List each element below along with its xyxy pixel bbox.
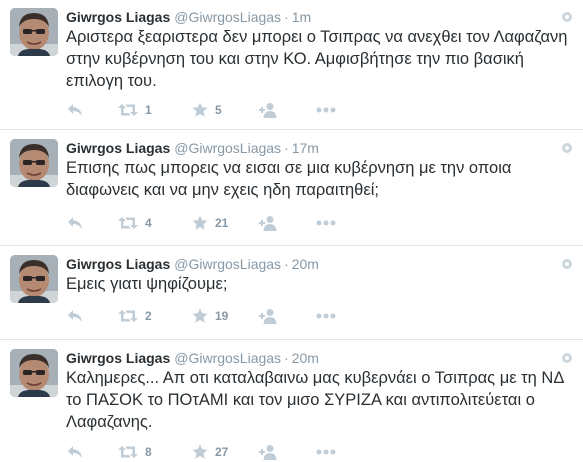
tweet[interactable]: Giwrgos Liagas @GiwrgosLiagas · 1m Αριστερα… [0, 0, 583, 130]
favorite-count: 21 [215, 216, 229, 230]
avatar[interactable] [10, 255, 58, 303]
timestamp-link[interactable]: 17m [292, 140, 319, 156]
gear-icon[interactable] [561, 351, 573, 363]
star-icon [192, 444, 208, 460]
separator: · [284, 9, 289, 25]
gear-icon[interactable] [561, 141, 573, 153]
author-name[interactable]: Giwrgos Liagas [66, 140, 170, 156]
favorite-count: 19 [215, 309, 229, 323]
tweet-text: Εμεις γιατι ψηφίζουμε; [66, 275, 228, 293]
reply-button[interactable] [67, 215, 83, 231]
retweet-count: 4 [145, 216, 152, 230]
author-username[interactable]: @GiwrgosLiagas [174, 140, 281, 156]
retweet-icon [118, 445, 138, 459]
reply-icon [67, 103, 83, 117]
author-name[interactable]: Giwrgos Liagas [66, 350, 170, 366]
author-name[interactable]: Giwrgos Liagas [66, 256, 170, 272]
author-username[interactable]: @GiwrgosLiagas [174, 350, 281, 366]
gear-icon[interactable] [561, 10, 573, 22]
retweet-button[interactable]: 1 [118, 102, 152, 118]
follow-icon [259, 444, 279, 460]
avatar[interactable] [10, 8, 58, 56]
retweet-icon [118, 216, 138, 230]
retweet-button[interactable]: 2 [118, 308, 152, 324]
reply-icon [67, 445, 83, 459]
favorite-button[interactable]: 21 [192, 215, 228, 231]
retweet-button[interactable]: 4 [118, 215, 152, 231]
separator: · [284, 256, 289, 272]
reply-icon [67, 216, 83, 230]
avatar[interactable] [10, 139, 58, 187]
favorite-button[interactable]: 19 [192, 308, 228, 324]
reply-button[interactable] [67, 102, 83, 118]
tweet-header: Giwrgos Liagas @GiwrgosLiagas · 20m [66, 254, 319, 274]
retweet-count: 8 [145, 445, 152, 459]
separator: · [284, 350, 289, 366]
tweet[interactable]: Giwrgos Liagas @GiwrgosLiagas · 20m Καλημερ… [0, 341, 583, 462]
star-icon [192, 215, 208, 231]
retweet-count: 1 [145, 103, 152, 117]
star-icon [192, 102, 208, 118]
follow-icon [259, 102, 279, 118]
more-dots-icon [316, 220, 336, 226]
favorite-button[interactable]: 27 [192, 444, 228, 460]
tweet-actions: 4 21 [66, 215, 366, 231]
more-button[interactable] [316, 308, 336, 324]
timestamp-link[interactable]: 20m [292, 256, 319, 272]
follow-icon [259, 308, 279, 324]
author-username[interactable]: @GiwrgosLiagas [174, 256, 281, 272]
favorite-button[interactable]: 5 [192, 102, 222, 118]
tweet-header: Giwrgos Liagas @GiwrgosLiagas · 17m [66, 138, 319, 158]
tweet[interactable]: Giwrgos Liagas @GiwrgosLiagas · 20m Εμεις γ… [0, 247, 583, 340]
retweet-icon [118, 103, 138, 117]
timestamp-link[interactable]: 1m [292, 9, 311, 25]
reply-icon [67, 309, 83, 323]
follow-icon [259, 215, 279, 231]
gear-icon[interactable] [561, 257, 573, 269]
follow-button[interactable] [259, 308, 279, 324]
tweet-text: Επισης πως μπορεις να εισαι σε μια κυβέρ… [66, 159, 512, 199]
tweet[interactable]: Giwrgos Liagas @GiwrgosLiagas · 17m Επισης … [0, 131, 583, 246]
tweet-text: Αριστερα ξεαριστερα δεν μπορει ο Τσιπρας… [66, 28, 568, 90]
tweet-header: Giwrgos Liagas @GiwrgosLiagas · 20m [66, 348, 319, 368]
more-button[interactable] [316, 215, 336, 231]
follow-button[interactable] [259, 444, 279, 460]
follow-button[interactable] [259, 215, 279, 231]
retweet-button[interactable]: 8 [118, 444, 152, 460]
reply-button[interactable] [67, 308, 83, 324]
more-dots-icon [316, 107, 336, 113]
tweet-text: Καλημερες... Απ οτι καταλαβαινω μας κυβε… [66, 369, 564, 431]
more-button[interactable] [316, 444, 336, 460]
favorite-count: 5 [215, 103, 222, 117]
tweet-timeline: Giwrgos Liagas @GiwrgosLiagas · 1m Αριστερα… [0, 0, 583, 462]
reply-button[interactable] [67, 444, 83, 460]
more-button[interactable] [316, 102, 336, 118]
tweet-actions: 2 19 [66, 308, 366, 324]
tweet-actions: 1 5 [66, 102, 366, 118]
separator: · [284, 140, 289, 156]
author-name[interactable]: Giwrgos Liagas [66, 9, 170, 25]
retweet-count: 2 [145, 309, 152, 323]
favorite-count: 27 [215, 445, 229, 459]
follow-button[interactable] [259, 102, 279, 118]
author-username[interactable]: @GiwrgosLiagas [174, 9, 281, 25]
more-dots-icon [316, 449, 336, 455]
timestamp-link[interactable]: 20m [292, 350, 319, 366]
more-dots-icon [316, 313, 336, 319]
star-icon [192, 308, 208, 324]
retweet-icon [118, 309, 138, 323]
avatar[interactable] [10, 349, 58, 397]
tweet-actions: 8 27 [66, 444, 366, 460]
tweet-header: Giwrgos Liagas @GiwrgosLiagas · 1m [66, 7, 311, 27]
